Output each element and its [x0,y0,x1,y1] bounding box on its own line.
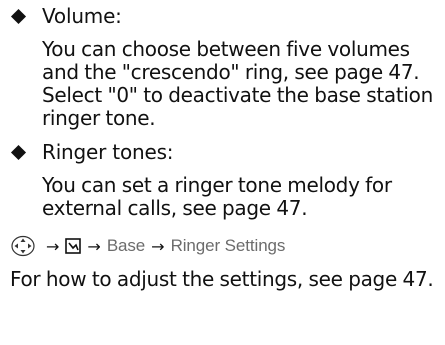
diamond-bullet-icon [10,8,27,25]
bullet-title-volume: Volume: [42,4,122,28]
menu-item-base: Base [106,236,146,255]
arrow-icon: → [46,236,60,256]
bullet-ringer-tones: Ringer tones: [10,136,442,170]
menu-path: → → Base → Ringer Settings [10,232,442,260]
bullet-title-ringer-tones: Ringer tones: [42,140,174,164]
settings-menu-icon [65,238,82,254]
ringer-tones-description: You can set a ringer tone melody for ext… [42,173,392,220]
arrow-icon: → [87,236,101,256]
manual-page: Volume: You can choose between five volu… [10,0,442,291]
bullet-volume: Volume: [10,0,442,34]
arrow-icon: → [151,236,165,256]
control-key-icon [10,235,40,257]
settings-note: For how to adjust the settings, see page… [10,267,434,291]
volume-description: You can choose between five volumes and … [42,37,433,130]
menu-item-ringer-settings: Ringer Settings [170,236,286,255]
diamond-bullet-icon [10,144,27,161]
